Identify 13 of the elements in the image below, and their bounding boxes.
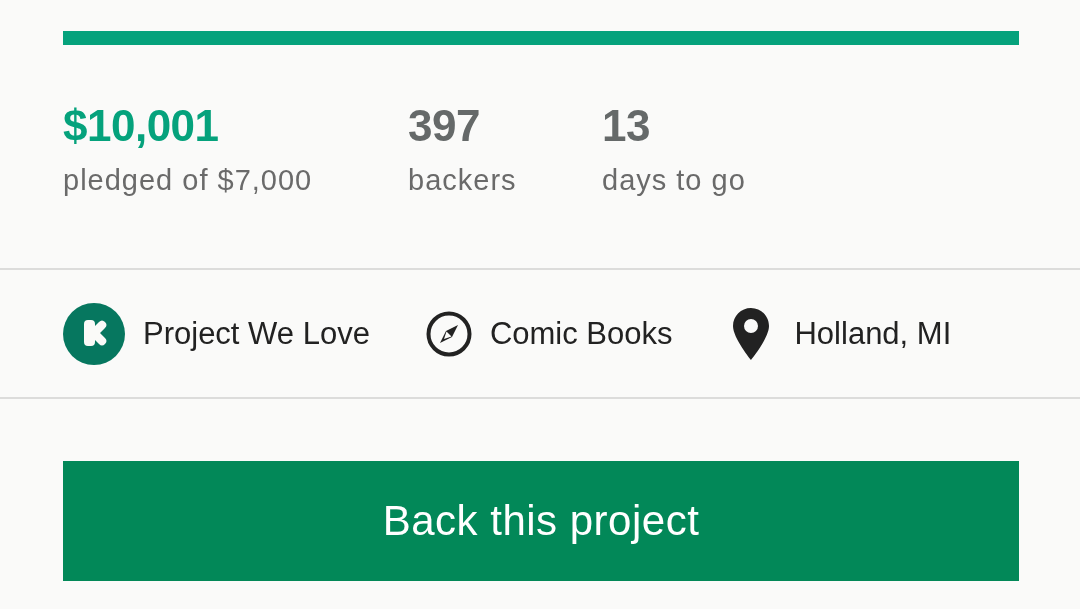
back-project-button[interactable]: Back this project bbox=[63, 461, 1019, 581]
stat-value: 397 bbox=[408, 101, 480, 151]
badge-icon bbox=[63, 302, 125, 365]
location-pin-icon bbox=[733, 307, 770, 360]
tag-label[interactable]: Holland, MI bbox=[794, 315, 952, 352]
compass-icon bbox=[425, 310, 472, 357]
stat-label: days to go bbox=[602, 163, 746, 198]
stat-label: backers bbox=[408, 163, 517, 198]
stat-value: 13 bbox=[602, 101, 650, 151]
tag-label[interactable]: Project We Love bbox=[143, 315, 370, 352]
stat-label: pledged of $7,000 bbox=[63, 163, 313, 198]
stat-value: $10,001 bbox=[63, 101, 219, 151]
tag-label[interactable]: Comic Books bbox=[489, 315, 673, 352]
